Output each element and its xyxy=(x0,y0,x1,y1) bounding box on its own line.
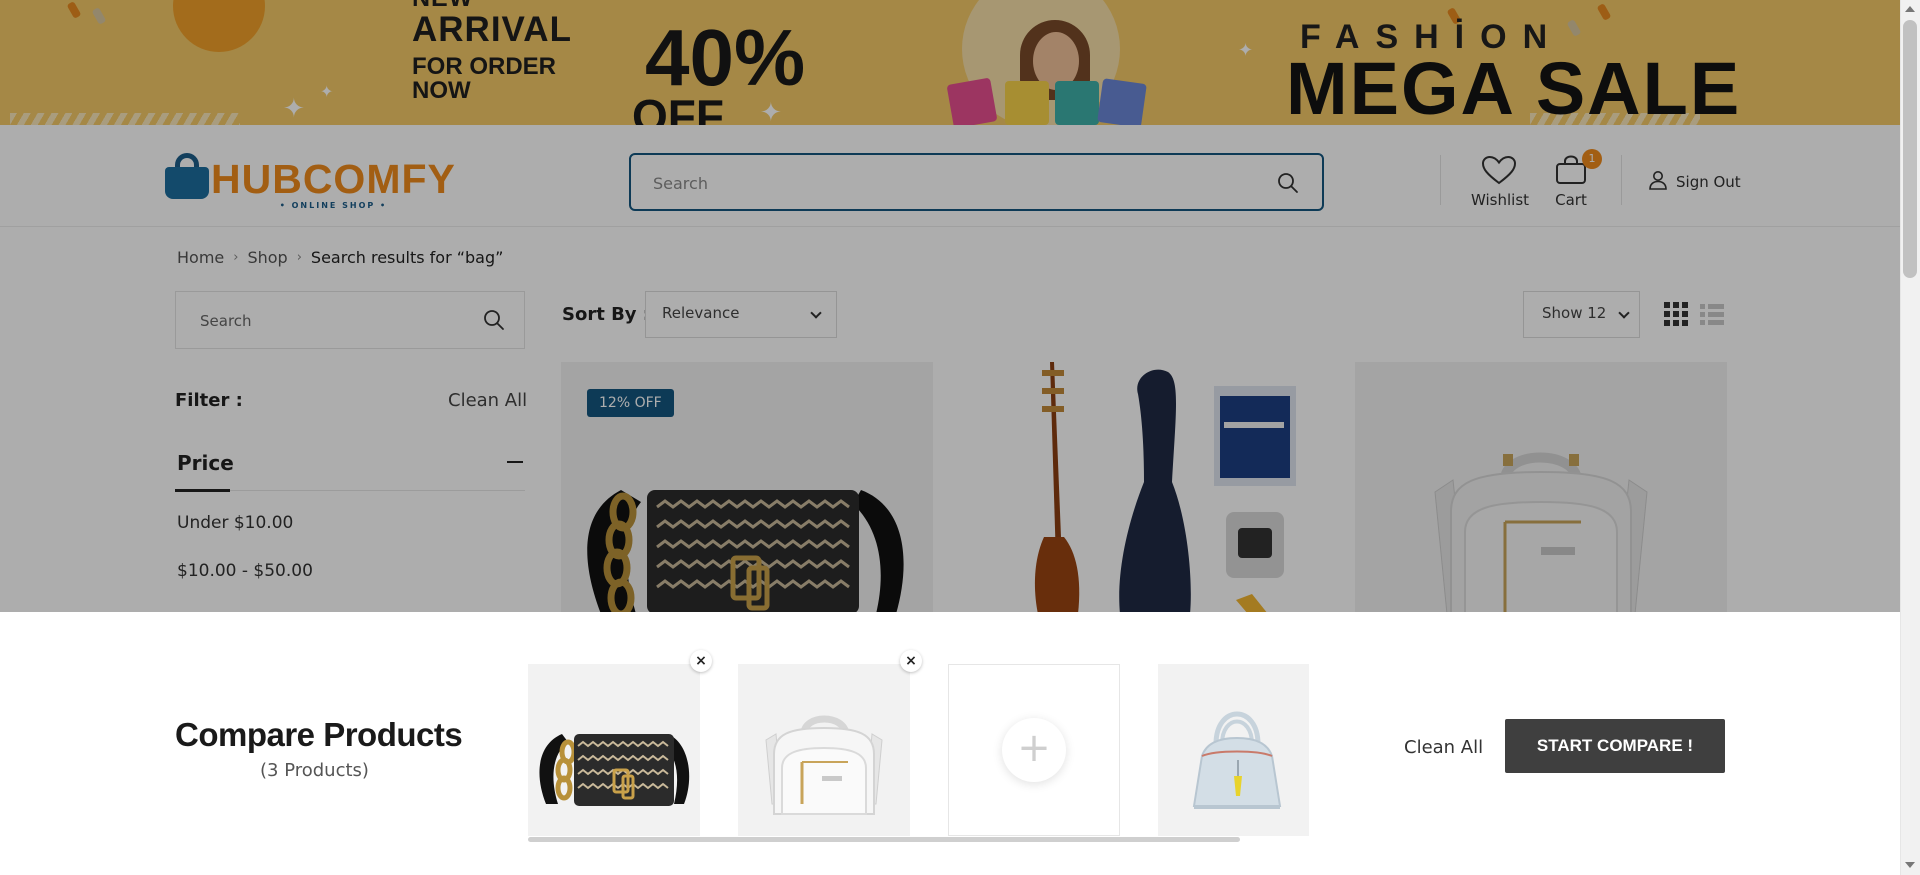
compare-title: Compare Products xyxy=(175,716,463,753)
compare-slot[interactable] xyxy=(738,664,910,836)
remove-compare-close-icon[interactable]: × xyxy=(690,650,712,672)
compare-count: (3 Products) xyxy=(260,760,369,781)
compare-slot[interactable] xyxy=(528,664,700,836)
add-product-plus-icon[interactable]: + xyxy=(1002,718,1066,782)
compare-slot-empty[interactable]: + xyxy=(948,664,1120,836)
remove-compare-close-icon[interactable]: × xyxy=(900,650,922,672)
compare-horizontal-scrollbar[interactable] xyxy=(528,837,1240,842)
page-scrollbar-thumb[interactable] xyxy=(1903,20,1917,278)
page-dim-overlay[interactable] xyxy=(0,0,1900,612)
compare-product-image xyxy=(1192,711,1282,809)
start-compare-button[interactable]: START COMPARE ! xyxy=(1505,719,1725,773)
scroll-down-arrow-icon[interactable] xyxy=(1905,862,1915,868)
compare-product-image xyxy=(539,734,690,806)
compare-slot[interactable] xyxy=(1158,664,1309,836)
compare-products-panel: Compare Products (3 Products) × × + Clea… xyxy=(0,612,1900,875)
scroll-up-arrow-icon[interactable] xyxy=(1905,6,1915,12)
compare-product-image xyxy=(765,715,883,815)
compare-clear-all-link[interactable]: Clean All xyxy=(1404,737,1483,758)
